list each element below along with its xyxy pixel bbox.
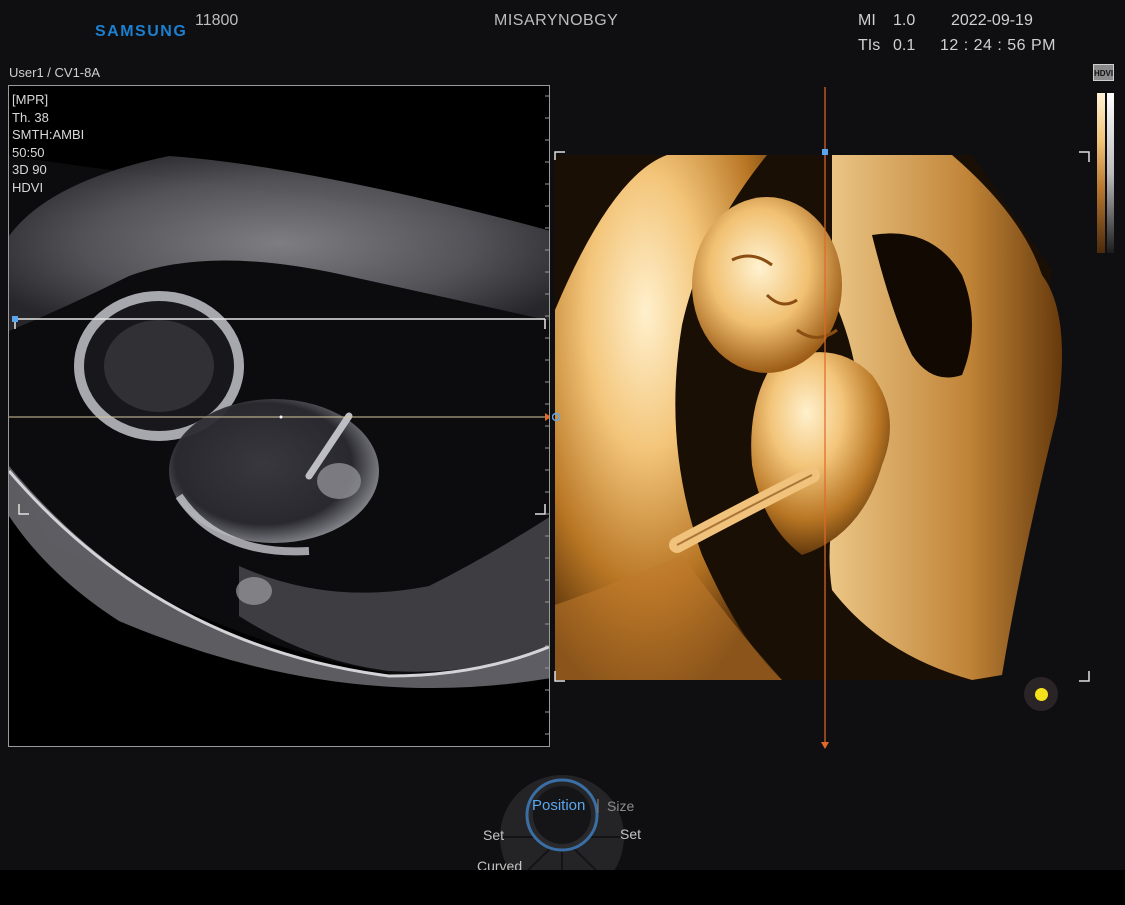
dial-size-button[interactable]: Size xyxy=(607,798,634,814)
tis-value: 0.1 xyxy=(893,37,916,54)
patient-name: MISARYNOBGY xyxy=(494,12,619,29)
trackball-cursor[interactable] xyxy=(1024,677,1058,711)
3d-render-view[interactable] xyxy=(552,85,1122,755)
grayscale-colorbar xyxy=(1107,93,1114,253)
dial-curved-button[interactable]: Curved xyxy=(477,858,522,870)
dial-separator: | xyxy=(596,797,600,814)
mpr-param: Th. 38 xyxy=(12,109,49,125)
samsung-logo: SAMSUNG xyxy=(95,23,188,40)
mpr-param: SMTH:AMBI xyxy=(12,127,85,142)
exam-date: 2022-09-19 xyxy=(951,12,1033,29)
user-probe-label: User1 / CV1-8A xyxy=(9,65,101,80)
mpr-parameters: [MPR] Th. 38 SMTH:AMBI 50:50 3D 90 HDVI xyxy=(12,91,84,196)
dial-set-right-button[interactable]: Set xyxy=(620,826,641,842)
dial-set-left-button[interactable]: Set xyxy=(483,827,504,843)
ultrasound-screen: SAMSUNG 11800 MISARYNOBGY MI 1.0 TIs 0.1… xyxy=(0,0,1125,870)
render-colorbar xyxy=(1097,93,1105,253)
mpr-param: HDVI xyxy=(12,179,44,195)
bottom-bar xyxy=(0,870,1125,905)
mpr-ultrasound-image xyxy=(9,95,549,735)
mi-value: 1.0 xyxy=(893,12,916,29)
mpr-image-panel[interactable]: [MPR] Th. 38 SMTH:AMBI 50:50 3D 90 HDVI xyxy=(8,85,550,747)
mpr-param: 50:50 xyxy=(12,144,45,160)
hdvi-badge: HDVI xyxy=(1093,64,1114,81)
dial-position-button[interactable]: Position xyxy=(532,797,585,814)
cursor-dot-icon xyxy=(1035,688,1048,701)
probe-frequency: 11800 xyxy=(195,12,239,29)
exam-time: 12 : 24 : 56 PM xyxy=(940,37,1057,54)
mpr-param: [MPR] xyxy=(12,92,49,107)
mi-label: MI xyxy=(858,12,876,29)
mpr-param: 3D 90 xyxy=(12,162,47,177)
control-dial[interactable] xyxy=(470,775,660,870)
tis-label: TIs xyxy=(858,37,881,54)
